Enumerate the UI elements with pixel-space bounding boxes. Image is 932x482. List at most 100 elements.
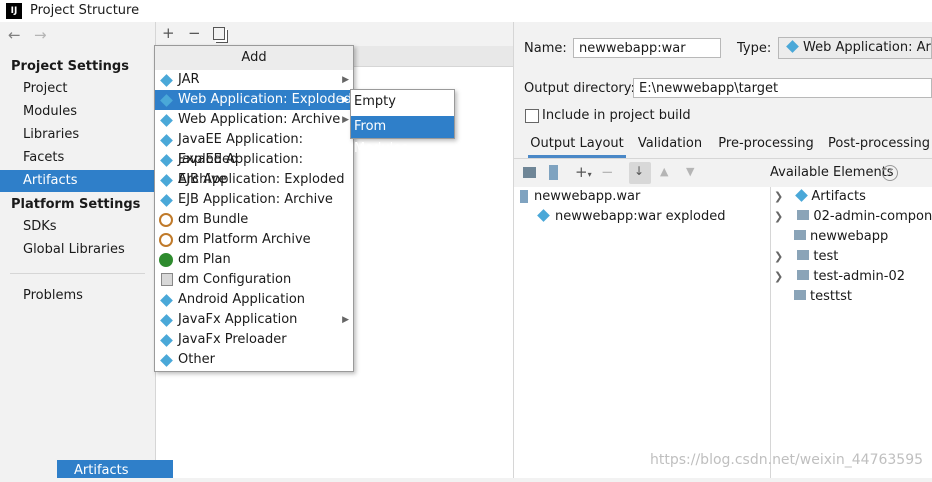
type-value: Web Application: Archive xyxy=(803,40,931,55)
web-app-exploded-submenu: Empty From Modules... xyxy=(350,89,455,156)
move-down-icon[interactable]: ▼ xyxy=(686,165,694,178)
module-folder-icon xyxy=(794,290,806,300)
bottom-artifacts-item[interactable]: Artifacts xyxy=(57,460,173,478)
artifact-toolbar xyxy=(156,22,513,46)
module-folder-icon xyxy=(794,230,806,240)
help-icon[interactable]: ? xyxy=(882,165,898,181)
available-item-test-admin[interactable]: ❯ test-admin-02 xyxy=(774,267,905,287)
tree-row-root-label: newwebapp.war xyxy=(534,189,641,204)
submenu-item-from-modules[interactable]: From Modules... xyxy=(351,116,454,156)
sort-icon: ↓ xyxy=(634,164,645,178)
name-field[interactable]: newwebapp:war xyxy=(573,38,721,58)
add-menu-item[interactable]: JavaEE Application: Archive xyxy=(155,150,353,187)
add-menu-item[interactable]: Web Application: Exploded ▶ xyxy=(155,90,353,110)
nav-item-libraries[interactable]: Libraries xyxy=(23,127,79,142)
submenu-item-empty[interactable]: Empty xyxy=(351,91,454,113)
arrow-left-icon[interactable]: ← xyxy=(8,26,21,44)
module-folder-icon xyxy=(797,270,810,280)
add-popup-title: Add xyxy=(155,46,353,70)
tab-output-layout[interactable]: Output Layout xyxy=(528,133,626,158)
available-item-label: 02-admin-component xyxy=(813,209,932,224)
available-item-test[interactable]: ❯ test xyxy=(774,247,838,267)
add-artifact-button[interactable]: + xyxy=(162,24,175,42)
submenu-item-label: From Modules... xyxy=(354,119,421,156)
tab-validation[interactable]: Validation xyxy=(634,133,706,155)
available-item-label: test-admin-02 xyxy=(813,269,905,284)
move-up-icon[interactable]: ▲ xyxy=(660,165,668,178)
chevron-right-icon: ❯ xyxy=(774,210,784,223)
add-menu-item-label: dm Platform Archive xyxy=(178,232,311,247)
tabs-divider xyxy=(514,158,932,159)
ejb-icon xyxy=(159,173,173,187)
create-archive-icon[interactable] xyxy=(549,165,558,180)
web-app-icon xyxy=(537,209,550,222)
tab-pre-processing[interactable]: Pre-processing xyxy=(716,133,816,155)
arrow-right-icon[interactable]: → xyxy=(34,26,47,44)
output-directory-label: Output directory: xyxy=(524,81,635,96)
add-menu-item-label: dm Bundle xyxy=(178,212,249,227)
nav-item-modules[interactable]: Modules xyxy=(23,104,77,119)
add-menu-item-label: Other xyxy=(178,352,215,367)
add-menu-item-label: dm Plan xyxy=(178,252,231,267)
add-menu-item[interactable]: Other xyxy=(155,350,353,370)
available-item-admin-component[interactable]: ❯ 02-admin-component xyxy=(774,207,932,227)
add-menu-item[interactable]: dm Configuration xyxy=(155,270,353,290)
dm-plan-icon xyxy=(159,253,173,267)
submenu-arrow-icon: ▶ xyxy=(342,95,349,105)
nav-item-problems[interactable]: Problems xyxy=(23,288,83,303)
add-menu-item-label: JavaFx Preloader xyxy=(178,332,287,347)
nav-item-project[interactable]: Project xyxy=(23,81,67,96)
platform-settings-heading: Platform Settings xyxy=(11,197,141,212)
add-menu-item[interactable]: dm Bundle xyxy=(155,210,353,230)
add-menu-item[interactable]: dm Platform Archive xyxy=(155,230,353,250)
add-menu-item[interactable]: JavaFx Application ▶ xyxy=(155,310,353,330)
tree-row-root[interactable]: newwebapp.war xyxy=(520,187,640,207)
available-item-testtst[interactable]: testtst xyxy=(774,287,852,307)
add-element-button[interactable]: +▾ xyxy=(575,163,592,181)
available-item-newwebapp[interactable]: newwebapp xyxy=(774,227,888,247)
module-folder-icon xyxy=(797,210,810,220)
type-combo[interactable]: Web Application: Archive xyxy=(778,37,932,59)
nav-separator xyxy=(10,273,145,274)
add-menu-item[interactable]: Web Application: Archive ▶ xyxy=(155,110,353,130)
tree-row-child[interactable]: newwebapp:war exploded xyxy=(537,207,725,227)
add-menu-item-label: Web Application: Exploded xyxy=(178,92,352,107)
available-item-label: Artifacts xyxy=(811,189,866,204)
submenu-arrow-icon: ▶ xyxy=(342,75,349,85)
type-label: Type: xyxy=(737,41,772,56)
include-in-build-checkbox[interactable] xyxy=(525,109,539,123)
tab-post-processing[interactable]: Post-processing xyxy=(826,133,932,155)
copy-icon[interactable] xyxy=(213,27,225,40)
chevron-right-icon: ❯ xyxy=(774,250,784,263)
create-directory-icon[interactable] xyxy=(523,167,536,178)
add-menu-item[interactable]: Android Application xyxy=(155,290,353,310)
nav-item-global-libraries[interactable]: Global Libraries xyxy=(23,242,125,257)
bottom-artifacts-label: Artifacts xyxy=(74,463,129,478)
remove-element-button[interactable]: − xyxy=(601,163,614,181)
ejb-icon xyxy=(159,193,173,207)
web-app-icon xyxy=(159,113,173,127)
add-menu-item[interactable]: dm Plan xyxy=(155,250,353,270)
available-item-artifacts[interactable]: ❯ Artifacts xyxy=(774,187,866,207)
add-menu-item[interactable]: JavaFx Preloader xyxy=(155,330,353,350)
nav-item-artifacts[interactable]: Artifacts xyxy=(0,170,155,192)
add-menu-item[interactable]: JavaEE Application: Exploded xyxy=(155,130,353,167)
web-app-icon xyxy=(786,40,799,53)
nav-item-sdks[interactable]: SDKs xyxy=(23,219,57,234)
nav-item-artifacts-label: Artifacts xyxy=(23,173,78,188)
remove-artifact-button[interactable]: − xyxy=(188,24,201,42)
chevron-right-icon: ❯ xyxy=(774,270,784,283)
available-item-label: test xyxy=(813,249,839,264)
add-menu-item[interactable]: EJB Application: Exploded xyxy=(155,170,353,190)
web-app-icon xyxy=(159,93,173,107)
sort-elements-button[interactable]: ↓ xyxy=(629,162,651,184)
nav-item-facets[interactable]: Facets xyxy=(23,150,64,165)
artifact-diamond-icon xyxy=(159,73,173,87)
submenu-arrow-icon: ▶ xyxy=(342,315,349,325)
add-menu-item[interactable]: EJB Application: Archive xyxy=(155,190,353,210)
add-menu-item-label: JAR xyxy=(178,72,200,87)
add-menu-item[interactable]: JAR ▶ xyxy=(155,70,353,90)
output-directory-field[interactable]: E:\newwebapp\target xyxy=(633,78,932,98)
add-artifact-popup: Add JAR ▶ Web Application: Exploded ▶ Web Ap… xyxy=(154,45,354,372)
artifact-diamond-icon xyxy=(159,293,173,307)
